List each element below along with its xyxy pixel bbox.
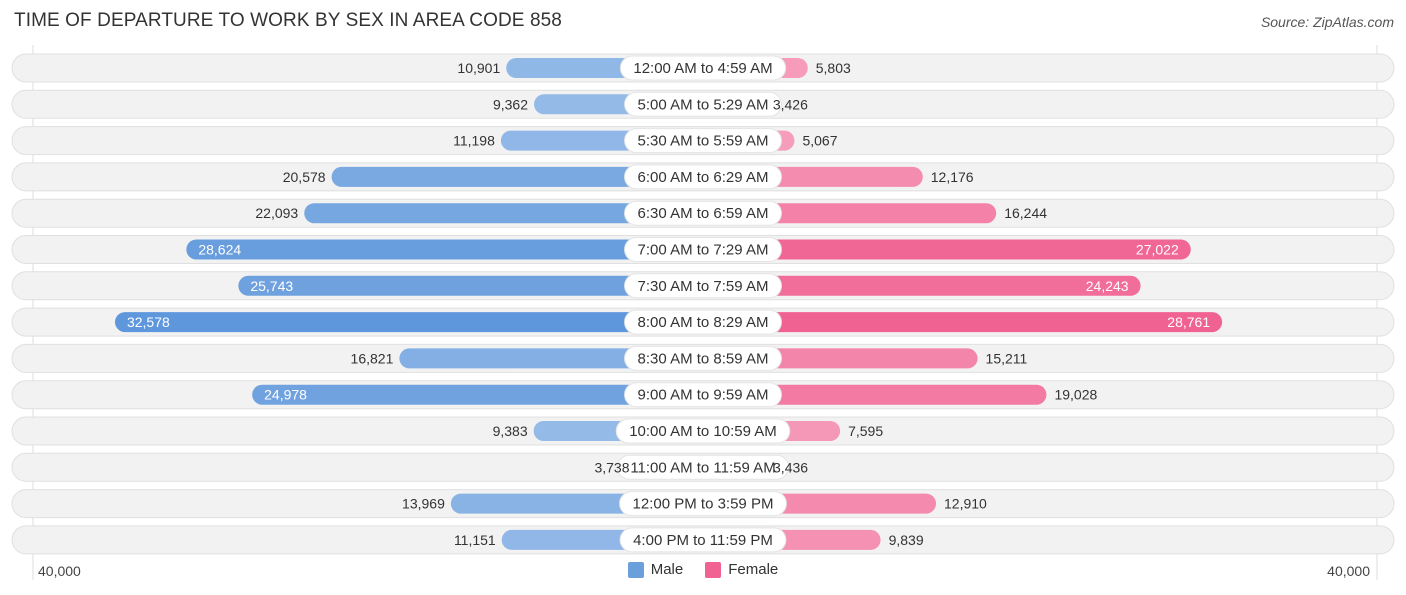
category-label: 12:00 PM to 3:59 PM (633, 496, 774, 513)
category-label: 4:00 PM to 11:59 PM (633, 532, 773, 549)
category-label: 12:00 AM to 4:59 AM (633, 60, 772, 77)
value-label-male: 25,743 (250, 278, 293, 294)
value-label-female: 24,243 (1086, 278, 1129, 294)
value-label-female: 27,022 (1136, 242, 1179, 258)
value-label-female: 12,910 (944, 496, 987, 512)
value-label-male: 13,969 (402, 496, 445, 512)
category-label: 8:00 AM to 8:29 AM (638, 314, 769, 331)
legend: Male Female (0, 561, 1406, 578)
category-label: 5:30 AM to 5:59 AM (638, 133, 769, 150)
legend-label-female: Female (728, 561, 779, 578)
value-label-female: 28,761 (1167, 314, 1210, 330)
value-label-female: 3,426 (773, 96, 808, 112)
legend-swatch-female (705, 561, 722, 578)
value-label-female: 9,839 (889, 532, 924, 548)
value-label-male: 11,151 (454, 532, 496, 548)
category-label: 6:30 AM to 6:59 AM (638, 205, 769, 222)
legend-item-female[interactable]: Female (705, 561, 778, 578)
category-label: 7:30 AM to 7:59 AM (638, 278, 769, 295)
category-label: 8:30 AM to 8:59 AM (638, 350, 769, 367)
legend-item-male[interactable]: Male (627, 561, 684, 578)
value-label-male: 24,978 (264, 387, 307, 403)
value-label-male: 10,901 (457, 60, 500, 76)
value-label-female: 3,436 (773, 459, 808, 475)
value-label-female: 7,595 (848, 423, 883, 439)
category-label: 9:00 AM to 9:59 AM (638, 387, 769, 404)
bar-male[interactable] (114, 312, 713, 333)
value-label-male: 22,093 (255, 205, 298, 221)
value-label-male: 28,624 (198, 242, 241, 258)
value-label-male: 11,198 (453, 133, 495, 149)
value-label-male: 9,362 (493, 96, 528, 112)
value-label-female: 16,244 (1004, 205, 1047, 221)
value-label-female: 5,067 (802, 133, 837, 149)
category-label: 6:00 AM to 6:29 AM (638, 169, 769, 186)
category-label: 5:00 AM to 5:29 AM (638, 96, 769, 113)
value-label-female: 12,176 (931, 169, 974, 185)
value-label-female: 5,803 (816, 60, 851, 76)
value-label-female: 15,211 (986, 350, 1028, 366)
value-label-male: 16,821 (351, 350, 394, 366)
value-label-male: 32,578 (127, 314, 170, 330)
chart-canvas: 12:00 AM to 4:59 AM 10,901 5,803 5:00 AM to… (11, 45, 1395, 580)
value-label-female: 19,028 (1054, 387, 1097, 403)
value-label-male: 9,383 (493, 423, 528, 439)
category-label: 7:00 AM to 7:29 AM (638, 242, 769, 259)
legend-swatch-male (627, 561, 644, 578)
category-label: 11:00 AM to 11:59 AM (630, 459, 775, 476)
category-label: 10:00 AM to 10:59 AM (629, 423, 777, 440)
legend-label-male: Male (650, 561, 684, 578)
value-label-male: 3,738 (594, 459, 629, 475)
value-label-male: 20,578 (283, 169, 326, 185)
